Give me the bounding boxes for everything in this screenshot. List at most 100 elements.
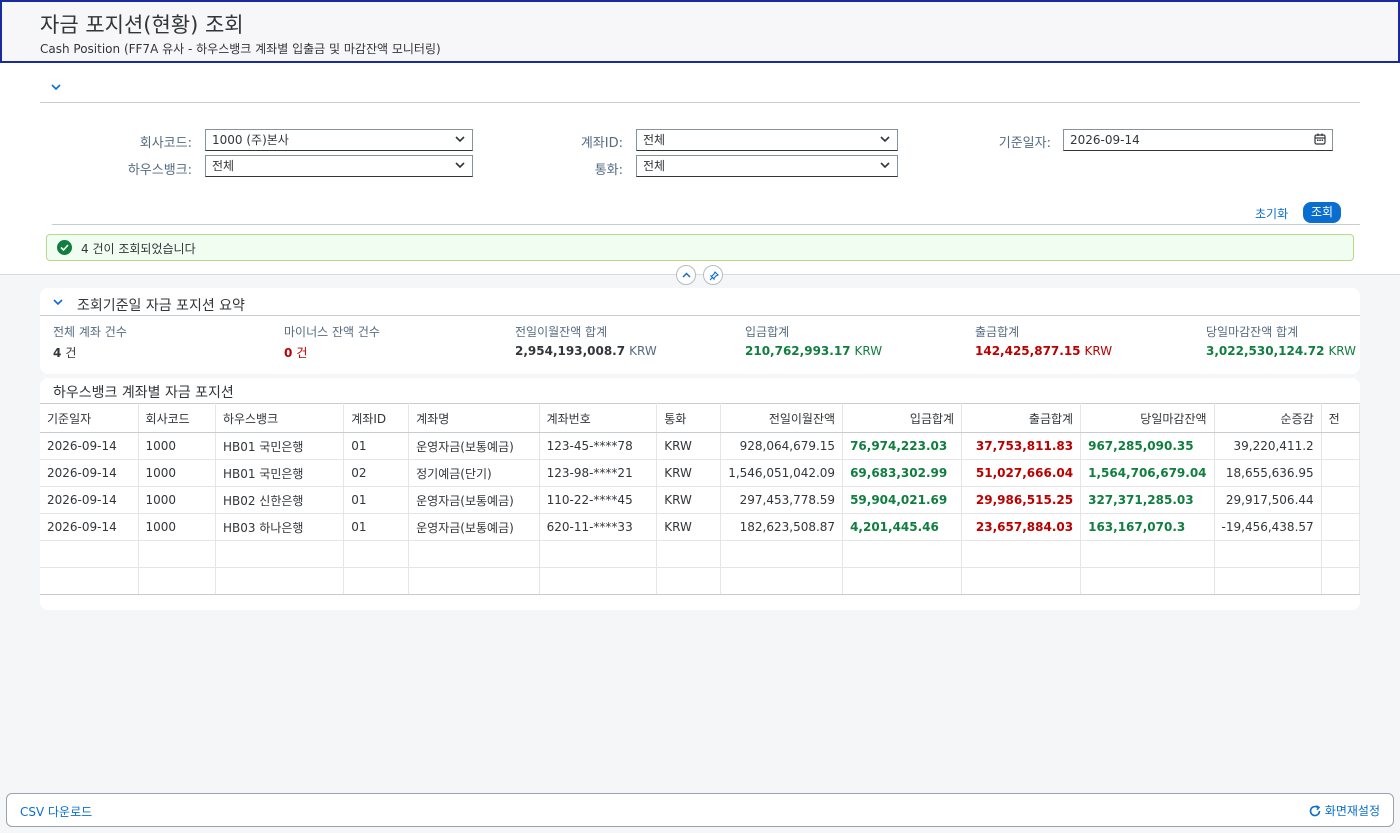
- screen-reset-button[interactable]: 화면재설정: [1308, 802, 1380, 819]
- table-cell: 운영자금(보통예금): [408, 513, 540, 541]
- position-table-panel: 하우스뱅크 계좌별 자금 포지션 기준일자 회사코드 하우스뱅크 계좌ID 계좌…: [40, 378, 1360, 610]
- column-header[interactable]: 통화: [656, 403, 722, 433]
- summary-panel-header[interactable]: 조회기준일 자금 포지션 요약: [40, 292, 1360, 316]
- account-id-value: 전체: [643, 133, 666, 147]
- table-cell: 928,064,679.15: [720, 432, 844, 460]
- base-date-picker[interactable]: 2026-09-14: [1063, 129, 1333, 151]
- kpi-minus-accounts: 마이너스 잔액 건수 0건: [284, 323, 380, 361]
- position-table: 기준일자 회사코드 하우스뱅크 계좌ID 계좌명 계좌번호 통화 전일이월잔액 …: [40, 403, 1360, 595]
- column-header[interactable]: 기준일자: [40, 403, 139, 433]
- table-cell: 1,564,706,679.04: [1080, 459, 1215, 487]
- account-id-select[interactable]: 전체: [636, 129, 898, 151]
- housebank-value: 전체: [212, 159, 235, 173]
- column-header[interactable]: 회사코드: [138, 403, 216, 433]
- table-cell: 327,371,285.03: [1080, 486, 1215, 514]
- kpi-closing-balance: 당일마감잔액 합계 3,022,530,124.72 KRW: [1206, 323, 1356, 358]
- kpi-value: 3,022,530,124.72: [1206, 344, 1325, 358]
- company-code-select[interactable]: 1000 (주)본사: [205, 129, 473, 151]
- kpi-label: 마이너스 잔액 건수: [284, 325, 380, 339]
- chevron-down-icon: [454, 133, 466, 147]
- account-id-label: 계좌ID:: [580, 136, 623, 151]
- calendar-icon[interactable]: [1314, 133, 1326, 147]
- search-button[interactable]: 조회: [1303, 202, 1342, 223]
- table-cell: 2026-09-14: [40, 513, 139, 541]
- table-cell: HB02 신한은행: [215, 486, 345, 514]
- column-header[interactable]: 전: [1321, 403, 1360, 433]
- success-message-strip: 4 건이 조회되었습니다: [46, 234, 1354, 261]
- reset-button[interactable]: 초기화: [1255, 205, 1288, 222]
- chevron-up-icon: [682, 272, 691, 278]
- table-cell: 163,167,070.3: [1080, 513, 1215, 541]
- table-row[interactable]: 2026-09-14 1000 HB01 국민은행 02 정기예금(단기) 12…: [40, 459, 1360, 487]
- company-code-value: 1000 (주)본사: [212, 133, 289, 147]
- table-cell: 23,657,884.03: [961, 513, 1082, 541]
- company-code-label: 회사코드:: [139, 136, 192, 151]
- table-cell: 2026-09-14: [40, 432, 139, 460]
- collapse-header-button[interactable]: [676, 265, 696, 285]
- chevron-down-icon: [879, 133, 891, 147]
- footer-toolbar: CSV 다운로드 화면재설정: [6, 793, 1394, 827]
- csv-download-button[interactable]: CSV 다운로드: [20, 803, 92, 820]
- kpi-value: 4: [53, 346, 62, 360]
- table-row-empty: [40, 540, 1360, 568]
- currency-select[interactable]: 전체: [636, 155, 898, 177]
- table-cell: KRW: [656, 432, 722, 460]
- table-row[interactable]: 2026-09-14 1000 HB03 하나은행 01 운영자금(보통예금) …: [40, 513, 1360, 541]
- table-cell: 29,917,506.44: [1214, 486, 1322, 514]
- table-cell: -19,456,438.57: [1214, 513, 1322, 541]
- table-cell: 02: [343, 459, 410, 487]
- chevron-down-icon: [454, 159, 466, 173]
- kpi-prev-balance: 전일이월잔액 합계 2,954,193,008.7 KRW: [515, 323, 657, 358]
- summary-panel-title: 조회기준일 자금 포지션 요약: [77, 298, 245, 314]
- table-cell: 51,027,666.04: [961, 459, 1082, 487]
- base-date-label: 기준일자:: [998, 136, 1051, 151]
- kpi-inflow: 입금합계 210,762,993.17 KRW: [745, 323, 882, 358]
- kpi-unit: KRW: [1328, 344, 1357, 358]
- table-cell: 59,904,021.69: [842, 486, 963, 514]
- column-header[interactable]: 당일마감잔액: [1080, 403, 1215, 433]
- column-header[interactable]: 순증감: [1214, 403, 1322, 433]
- table-cell: [1321, 513, 1360, 541]
- column-header[interactable]: 하우스뱅크: [215, 403, 345, 433]
- page-title: 자금 포지션(현황) 조회: [40, 13, 244, 37]
- table-cell: 967,285,090.35: [1080, 432, 1215, 460]
- table-cell: HB03 하나은행: [215, 513, 345, 541]
- column-header[interactable]: 계좌번호: [539, 403, 658, 433]
- kpi-value: 0: [284, 346, 293, 360]
- pin-header-button[interactable]: [703, 265, 723, 285]
- column-header[interactable]: 전일이월잔액: [720, 403, 844, 433]
- kpi-label: 입금합계: [745, 325, 790, 339]
- screen-reset-label: 화면재설정: [1324, 804, 1380, 818]
- table-row[interactable]: 2026-09-14 1000 HB02 신한은행 01 운영자금(보통예금) …: [40, 486, 1360, 514]
- column-header[interactable]: 입금합계: [842, 403, 963, 433]
- chevron-down-icon[interactable]: [50, 81, 66, 97]
- table-cell: 정기예금(단기): [408, 459, 540, 487]
- column-header[interactable]: 계좌명: [408, 403, 540, 433]
- page-subtitle: Cash Position (FF7A 유사 - 하우스뱅크 계좌별 입출금 및…: [40, 42, 441, 56]
- table-cell: 1000: [138, 432, 216, 460]
- housebank-select[interactable]: 전체: [205, 155, 473, 177]
- table-cell: HB01 국민은행: [215, 432, 345, 460]
- table-cell: 1,546,051,042.09: [720, 459, 844, 487]
- table-cell: 76,974,223.03: [842, 432, 963, 460]
- chevron-down-icon: [879, 159, 891, 173]
- table-cell: 1000: [138, 486, 216, 514]
- table-row[interactable]: 2026-09-14 1000 HB01 국민은행 01 운영자금(보통예금) …: [40, 432, 1360, 460]
- column-header[interactable]: 출금합계: [961, 403, 1082, 433]
- table-cell: 37,753,811.83: [961, 432, 1082, 460]
- chevron-down-icon[interactable]: [52, 296, 68, 312]
- table-cell: 운영자금(보통예금): [408, 432, 540, 460]
- table-cell: 182,623,508.87: [720, 513, 844, 541]
- kpi-outflow: 출금합계 142,425,877.15 KRW: [975, 323, 1112, 358]
- table-cell: 18,655,636.95: [1214, 459, 1322, 487]
- column-header[interactable]: 계좌ID: [343, 403, 410, 433]
- table-cell: 123-98-****21: [539, 459, 658, 487]
- table-cell: 1000: [138, 459, 216, 487]
- table-cell: 2026-09-14: [40, 486, 139, 514]
- filter-divider: [52, 224, 1360, 225]
- table-cell: 39,220,411.2: [1214, 432, 1322, 460]
- pin-icon: [709, 271, 719, 281]
- filter-collapse-row: [40, 79, 1360, 103]
- currency-label: 통화:: [594, 163, 623, 178]
- table-cell: 4,201,445.46: [842, 513, 963, 541]
